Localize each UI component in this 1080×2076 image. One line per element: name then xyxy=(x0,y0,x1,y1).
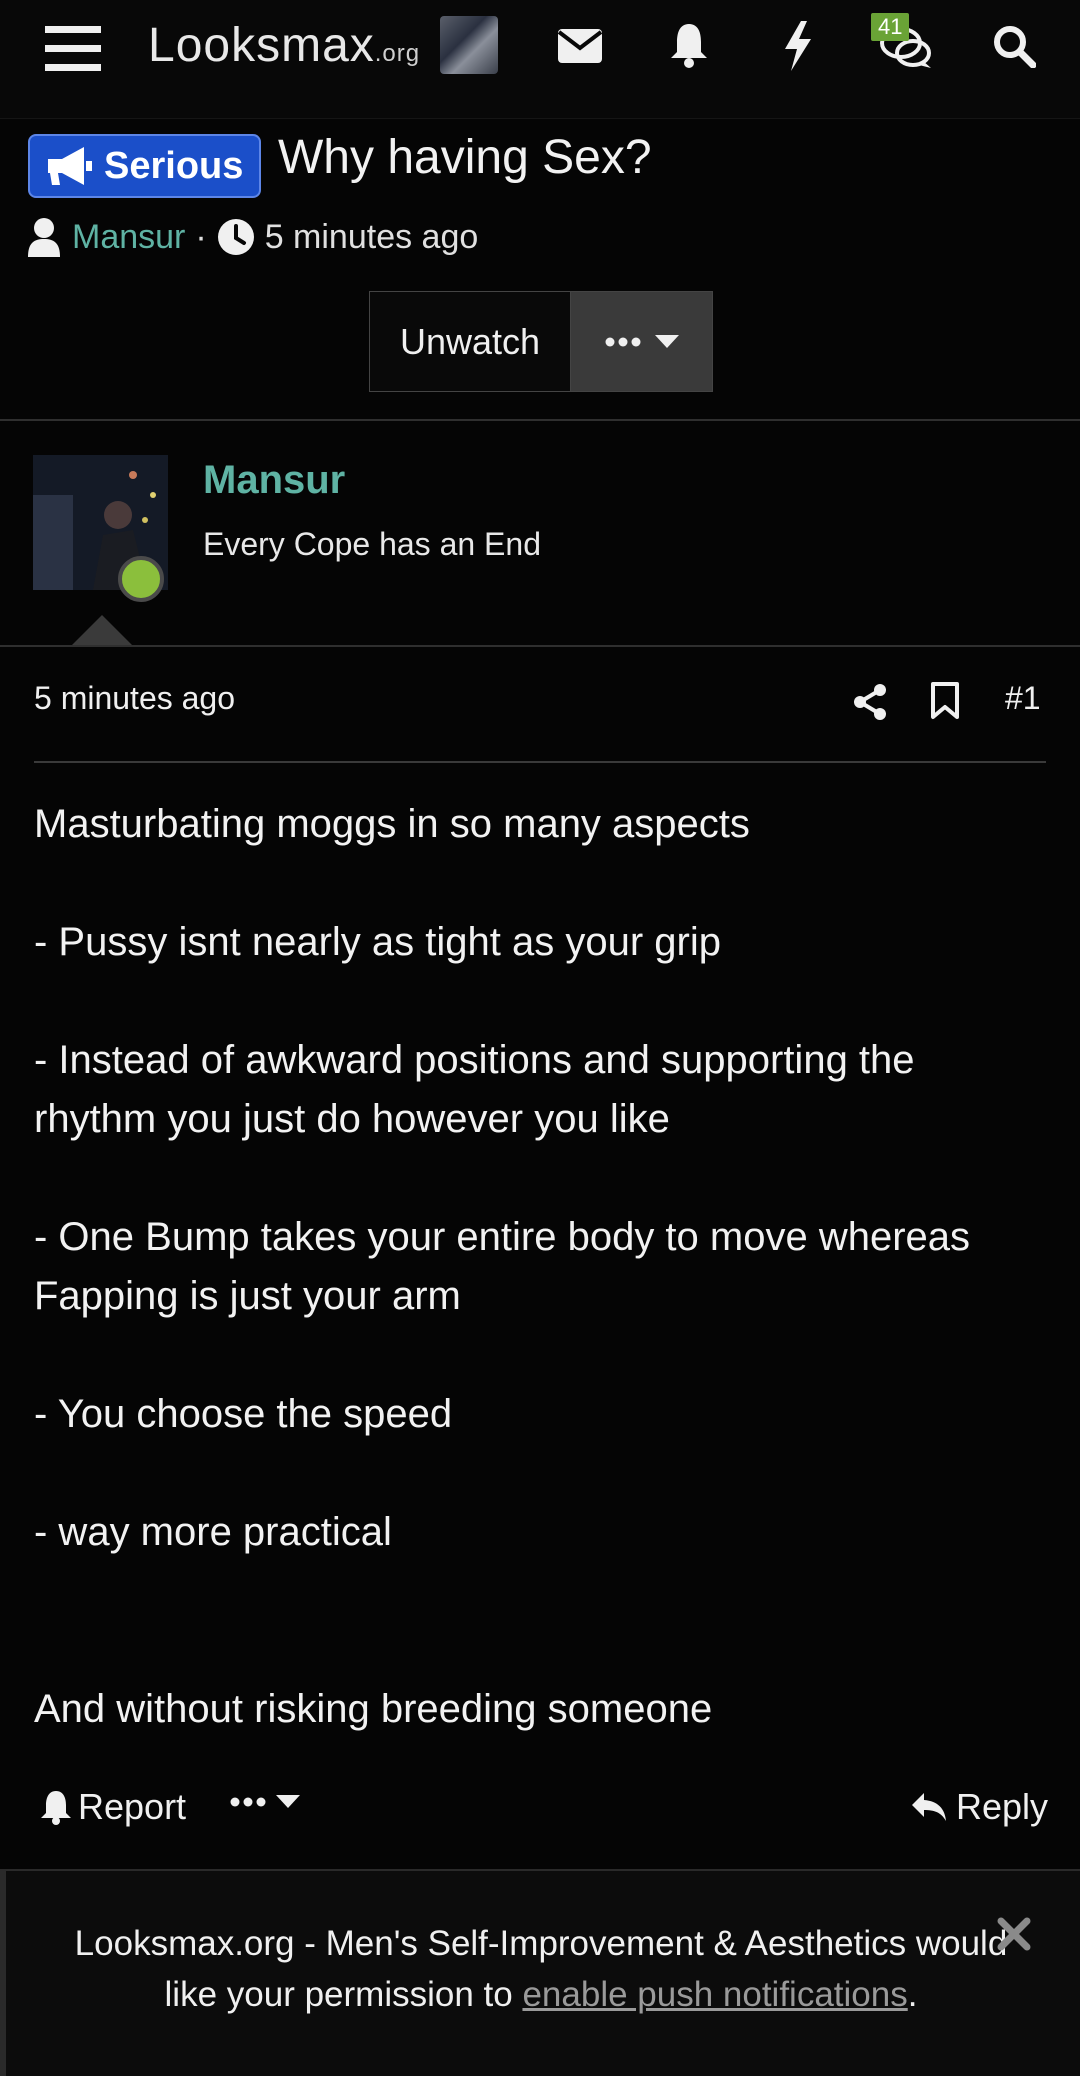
report-label: Report xyxy=(78,1786,187,1827)
thread-actions-group: Unwatch xyxy=(369,291,713,392)
ellipsis-icon xyxy=(230,1797,266,1807)
post-more-button[interactable] xyxy=(230,1795,300,1809)
caret-down-icon xyxy=(276,1795,300,1808)
thread-author-link[interactable]: Mansur xyxy=(72,218,185,257)
bolt-icon[interactable] xyxy=(780,20,816,72)
share-icon[interactable] xyxy=(853,684,887,725)
post-paragraph: Masturbating moggs in so many aspects xyxy=(34,802,750,846)
post-time[interactable]: 5 minutes ago xyxy=(34,680,235,717)
meta-separator: · xyxy=(195,217,207,256)
close-icon[interactable] xyxy=(997,1917,1031,1956)
user-icon xyxy=(28,218,60,257)
thread-prefix-label: Serious xyxy=(104,144,244,187)
notice-period: . xyxy=(907,1975,918,2014)
top-navbar: Looksmax.org 41 xyxy=(0,0,1080,119)
bell-icon[interactable] xyxy=(666,20,712,70)
reply-icon xyxy=(912,1793,946,1821)
user-avatar[interactable] xyxy=(440,16,498,74)
post-body: Masturbating moggs in so many aspects - … xyxy=(34,795,1044,1798)
reply-button[interactable]: Reply xyxy=(910,1786,1048,1828)
post-paragraph: - You choose the speed xyxy=(34,1392,453,1436)
post-user-arrow xyxy=(70,615,134,647)
push-notification-notice: Looksmax.org - Men's Self-Improvement & … xyxy=(0,1869,1080,2076)
thread-prefix-badge[interactable]: Serious xyxy=(28,134,262,198)
enable-push-link[interactable]: enable push notifications xyxy=(522,1975,907,2014)
post-author-title: Every Cope has an End xyxy=(203,526,541,562)
post-paragraph: - Pussy isnt nearly as tight as your gri… xyxy=(34,920,721,964)
menu-icon[interactable] xyxy=(44,22,102,74)
ellipsis-icon xyxy=(605,337,640,346)
post-paragraph: - Instead of awkward positions and suppo… xyxy=(34,1038,915,1141)
bookmark-icon[interactable] xyxy=(930,682,960,725)
thread-title: Why having Sex? xyxy=(278,131,652,184)
caret-down-icon xyxy=(654,334,679,348)
notice-text: Looksmax.org - Men's Self-Improvement & … xyxy=(56,1918,1026,2020)
search-icon[interactable] xyxy=(990,22,1038,70)
megaphone-icon xyxy=(48,147,92,185)
thread-more-button[interactable] xyxy=(571,292,712,391)
divider xyxy=(0,419,1080,421)
envelope-icon[interactable] xyxy=(556,26,604,66)
clock-icon xyxy=(217,219,254,255)
thread-meta: Mansur · 5 minutes ago xyxy=(26,212,478,262)
post-author-name[interactable]: Mansur xyxy=(203,458,345,503)
divider xyxy=(0,645,1080,647)
site-logo[interactable]: Looksmax.org xyxy=(148,18,420,73)
report-button[interactable]: Report xyxy=(40,1786,186,1828)
post-paragraph: - One Bump takes your entire body to mov… xyxy=(34,1215,971,1318)
conversations-count-badge: 41 xyxy=(871,13,910,41)
post-paragraph: - way more practical xyxy=(34,1510,392,1554)
bell-icon xyxy=(41,1791,71,1825)
reply-label: Reply xyxy=(956,1786,1049,1827)
thread-time[interactable]: 5 minutes ago xyxy=(265,218,479,257)
unwatch-button[interactable]: Unwatch xyxy=(370,292,571,391)
post-paragraph: And without risking breeding someone xyxy=(34,1687,713,1731)
post-header-divider xyxy=(34,761,1046,763)
online-status-indicator xyxy=(118,556,164,602)
post-number[interactable]: #1 xyxy=(1005,680,1041,717)
